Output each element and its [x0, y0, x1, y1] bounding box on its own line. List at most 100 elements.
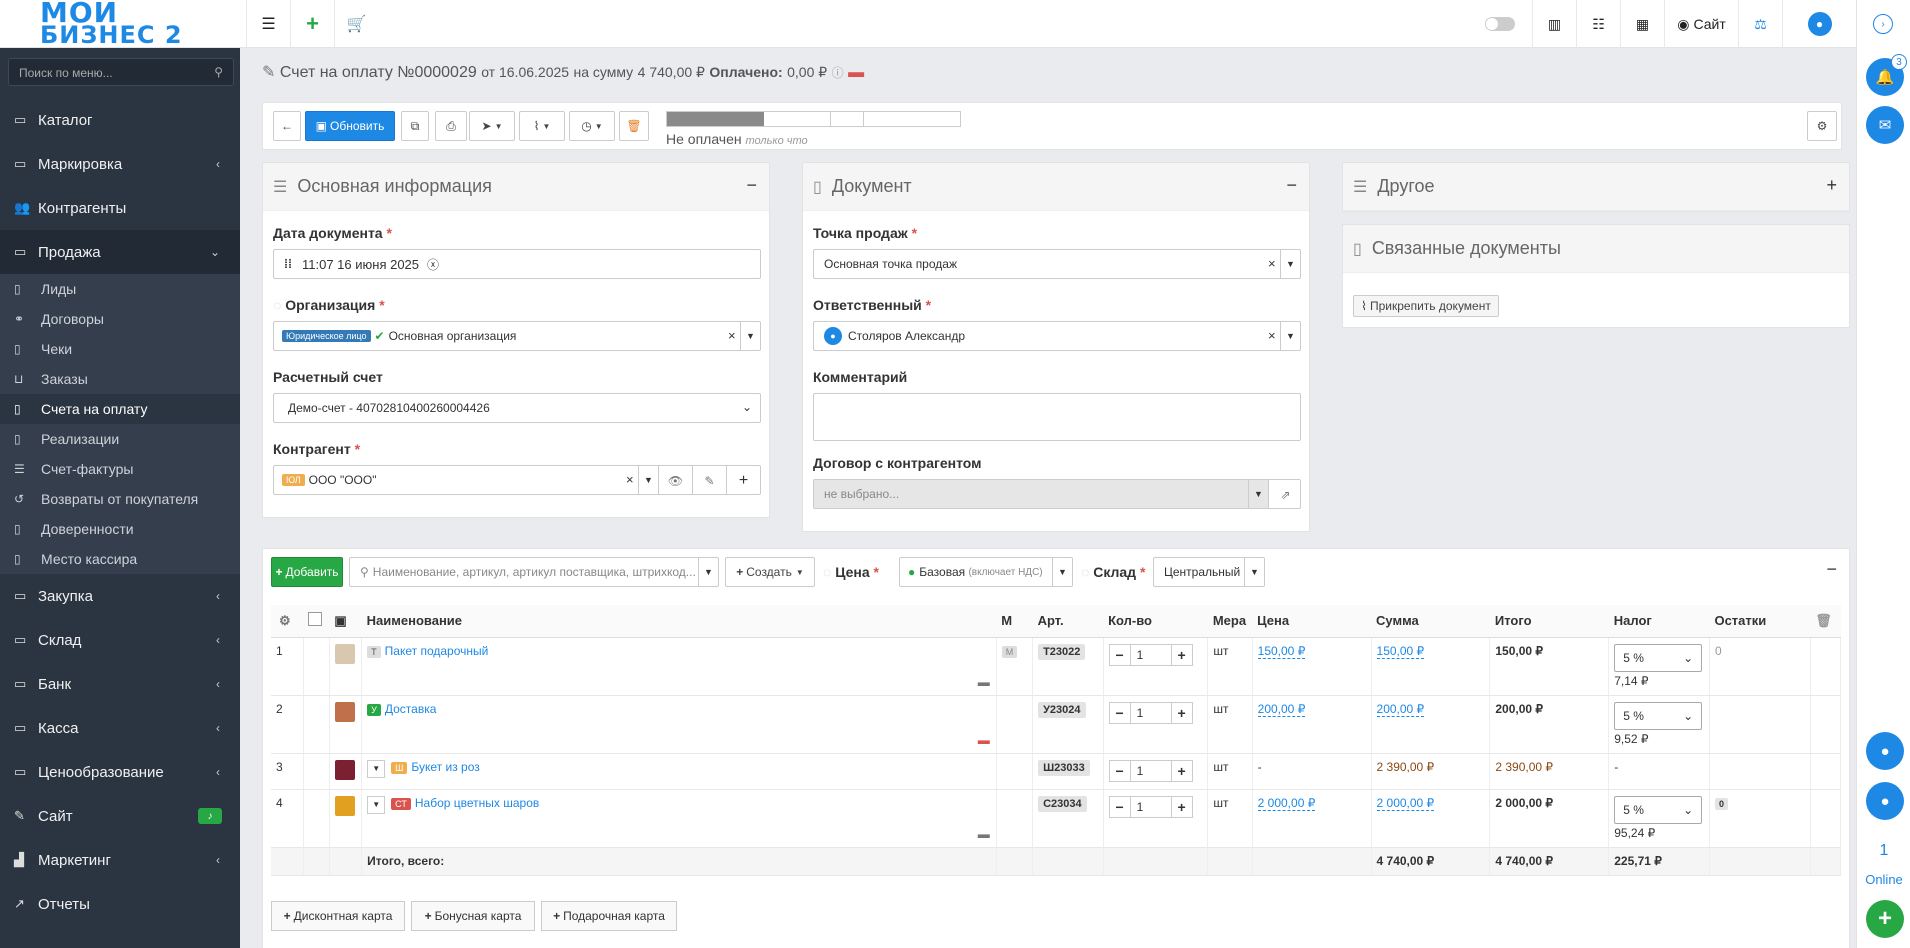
sidebar-sub-powers[interactable]: ▯ Доверенности: [0, 514, 240, 544]
minus-icon[interactable]: −: [1108, 795, 1131, 818]
price-type-select[interactable]: ● Базовая (включает НДС) ▼: [899, 557, 1073, 587]
account-avatar-1[interactable]: ●: [1866, 732, 1904, 770]
quantity-input[interactable]: 1: [1130, 759, 1171, 782]
chevron-down-icon[interactable]: ▼: [638, 466, 658, 494]
sidebar-item-marking[interactable]: ▭ Маркировка ‹: [0, 142, 240, 186]
sidebar-item-purchase[interactable]: ▭ Закупка ‹: [0, 574, 240, 618]
sidebar-item-catalog[interactable]: ▭ Каталог: [0, 98, 240, 142]
quantity-stepper[interactable]: −1 +: [1108, 759, 1203, 782]
responsible-select[interactable]: ● Столяров Александр × ▼: [813, 321, 1301, 351]
trash-icon[interactable]: 🗑: [1815, 613, 1832, 628]
settings-button[interactable]: ⚙: [1807, 111, 1837, 141]
quantity-stepper[interactable]: −1 +: [1108, 643, 1203, 666]
cart-icon[interactable]: 🛒: [334, 0, 378, 48]
expand-dropdown[interactable]: ▼: [367, 795, 386, 814]
product-link[interactable]: Пакет подарочный: [385, 644, 489, 658]
chevron-down-icon[interactable]: ▼: [1052, 558, 1072, 586]
quantity-stepper[interactable]: −1 +: [1108, 701, 1203, 724]
sidebar-sub-cashier[interactable]: ▯ Место кассира: [0, 544, 240, 574]
sidebar-sub-leads[interactable]: ▯ Лиды: [0, 274, 240, 304]
price-link[interactable]: 150,00 ₽: [1257, 643, 1306, 659]
minus-icon[interactable]: −: [1108, 759, 1131, 782]
sidebar-item-cash[interactable]: ▭ Касса ‹: [0, 706, 240, 750]
sidebar-sub-orders[interactable]: ⊔ Заказы: [0, 364, 240, 394]
print-button[interactable]: ⎙: [435, 111, 467, 141]
add-fab-icon[interactable]: +: [1866, 900, 1904, 938]
quantity-stepper[interactable]: −1 +: [1108, 795, 1203, 818]
stock-select[interactable]: Центральный ▼: [1153, 557, 1265, 587]
gift-card-button[interactable]: + Подарочная карта: [541, 901, 677, 931]
card-icon[interactable]: ▬: [978, 733, 990, 747]
back-button[interactable]: ←: [273, 111, 301, 141]
menu-toggle-icon[interactable]: ☰: [246, 0, 290, 48]
account-avatar-2[interactable]: ●: [1866, 782, 1904, 820]
settings-icon[interactable]: ⚙: [279, 613, 291, 628]
comment-textarea[interactable]: [813, 393, 1301, 441]
sum-link[interactable]: 2 000,00 ₽: [1376, 795, 1435, 811]
collapse-button[interactable]: −: [1826, 559, 1837, 580]
point-select[interactable]: Основная точка продаж × ▼: [813, 249, 1301, 279]
chevron-down-icon[interactable]: ▼: [740, 322, 760, 350]
collapse-button[interactable]: −: [1286, 175, 1297, 196]
minus-icon[interactable]: −: [1108, 643, 1131, 666]
edit-icon[interactable]: ✎: [692, 466, 726, 494]
select-all-checkbox[interactable]: [308, 612, 323, 627]
sidebar-item-warehouse[interactable]: ▭ Склад ‹: [0, 618, 240, 662]
sidebar-item-contractors[interactable]: 👥 Контрагенты: [0, 186, 240, 230]
tax-select[interactable]: 5 % ⌄: [1614, 701, 1703, 730]
sidebar-item-pricing[interactable]: ▭ Ценообразование ‹: [0, 750, 240, 794]
barcode-icon[interactable]: ▥: [1532, 0, 1576, 48]
chevron-down-icon[interactable]: ▼: [698, 558, 718, 586]
expand-dropdown[interactable]: ▼: [367, 759, 386, 778]
calendar-icon[interactable]: ▦: [1620, 0, 1664, 48]
discount-card-button[interactable]: + Дисконтная карта: [271, 901, 405, 931]
plus-icon[interactable]: +: [1170, 643, 1193, 666]
minus-icon[interactable]: −: [1108, 701, 1131, 724]
add-item-button[interactable]: + Добавить: [271, 557, 343, 587]
create-dropdown[interactable]: + Создать ▼: [725, 557, 815, 587]
expand-icon[interactable]: ›: [1873, 14, 1893, 34]
attach-document-button[interactable]: ⌇ Прикрепить документ: [1353, 295, 1499, 317]
attach-dropdown[interactable]: ⌇ ▼: [519, 111, 565, 141]
sidebar-item-bank[interactable]: ▭ Банк ‹: [0, 662, 240, 706]
collapse-button[interactable]: −: [746, 175, 757, 196]
card-icon[interactable]: ▬: [978, 827, 990, 841]
chat-icon[interactable]: ✉: [1866, 106, 1904, 144]
quantity-input[interactable]: 1: [1130, 795, 1171, 818]
sidebar-sub-invoices[interactable]: ▯ Счета на оплату: [0, 394, 240, 424]
bonus-card-button[interactable]: + Бонусная карта: [411, 901, 535, 931]
sidebar-item-marketing[interactable]: ▟ Маркетинг ‹: [0, 838, 240, 882]
product-link[interactable]: Набор цветных шаров: [415, 796, 539, 810]
sum-link[interactable]: 200,00 ₽: [1376, 701, 1425, 717]
quantity-input[interactable]: 1: [1130, 701, 1171, 724]
sidebar-item-sales[interactable]: ▭ Продажа ⌄: [0, 230, 240, 274]
list-icon[interactable]: ☷: [1576, 0, 1620, 48]
delete-button[interactable]: 🗑: [619, 111, 649, 141]
product-link[interactable]: Доставка: [385, 702, 437, 716]
copy-button[interactable]: ⧉: [401, 111, 429, 141]
clear-icon[interactable]: ×: [1268, 328, 1276, 343]
view-icon[interactable]: 👁: [658, 466, 692, 494]
quantity-input[interactable]: 1: [1130, 643, 1171, 666]
sidebar-sub-facture[interactable]: ☰ Счет-фактуры: [0, 454, 240, 484]
add-icon[interactable]: +: [726, 466, 760, 494]
sidebar-sub-realizations[interactable]: ▯ Реализации: [0, 424, 240, 454]
user-avatar[interactable]: ●: [1782, 0, 1856, 48]
site-button[interactable]: ◉ Сайт: [1664, 0, 1738, 48]
scale-icon[interactable]: ⚖: [1738, 0, 1782, 48]
sum-link[interactable]: 150,00 ₽: [1376, 643, 1425, 659]
sidebar-item-reports[interactable]: ↗ Отчеты: [0, 882, 240, 926]
expand-button[interactable]: +: [1826, 175, 1837, 196]
sidebar-sub-contracts[interactable]: ⚭ Договоры: [0, 304, 240, 334]
tax-select[interactable]: 5 % ⌄: [1614, 643, 1703, 672]
sidebar-item-site[interactable]: ✎ Сайт ♪: [0, 794, 240, 838]
price-link[interactable]: 2 000,00 ₽: [1257, 795, 1316, 811]
item-search-input[interactable]: ⚲ Наименование, артикул, артикул поставщи…: [349, 557, 719, 587]
status-dropdown[interactable]: ◷ ▼: [569, 111, 615, 141]
clear-icon[interactable]: ×: [1268, 256, 1276, 271]
tax-select[interactable]: 5 % ⌄: [1614, 795, 1703, 824]
sidebar-sub-returns[interactable]: ↺ Возвраты от покупателя: [0, 484, 240, 514]
plus-icon[interactable]: +: [1170, 759, 1193, 782]
clear-icon[interactable]: ×: [728, 328, 736, 343]
app-logo[interactable]: МОЙ БИЗНЕС 2: [40, 0, 210, 47]
